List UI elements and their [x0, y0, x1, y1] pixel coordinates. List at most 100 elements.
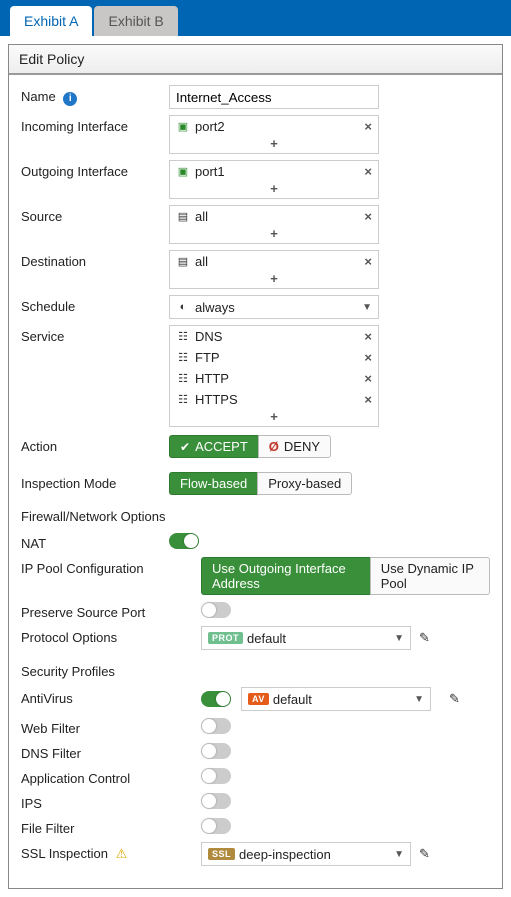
service-value: HTTPS [195, 392, 238, 407]
ippool-outgoing-button[interactable]: Use Outgoing Interface Address [201, 557, 370, 595]
ssl-badge: SSL [208, 848, 235, 860]
remove-icon[interactable]: × [364, 329, 372, 344]
check-icon: ✔ [180, 440, 190, 454]
remove-icon[interactable]: × [364, 392, 372, 407]
protocol-options-dropdown[interactable]: PROT default ▼ [201, 626, 411, 650]
chevron-down-icon: ▼ [394, 849, 404, 860]
address-icon: ▤ [176, 210, 190, 223]
av-badge: AV [248, 693, 269, 705]
inspection-proxy-button[interactable]: Proxy-based [257, 472, 352, 495]
tab-exhibit-a[interactable]: Exhibit A [10, 6, 92, 36]
service-icon: ☷ [176, 372, 190, 385]
nat-toggle[interactable] [169, 533, 199, 549]
web-filter-toggle[interactable] [201, 718, 231, 734]
label-preserve-source-port: Preserve Source Port [21, 601, 201, 620]
source-box[interactable]: ▤ all × + [169, 205, 379, 244]
schedule-icon: ◐ [176, 301, 190, 313]
antivirus-value: default [273, 692, 312, 707]
antivirus-dropdown[interactable]: AV default ▼ [241, 687, 431, 711]
label-protocol-options: Protocol Options [21, 626, 201, 645]
label-ips: IPS [21, 792, 201, 811]
label-dns-filter: DNS Filter [21, 742, 201, 761]
dns-filter-toggle[interactable] [201, 743, 231, 759]
ssl-inspection-dropdown[interactable]: SSL deep-inspection ▼ [201, 842, 411, 866]
label-incoming-interface: Incoming Interface [21, 115, 169, 134]
label-name: Name i [21, 85, 169, 106]
action-deny-button[interactable]: Ø DENY [258, 435, 331, 458]
label-schedule: Schedule [21, 295, 169, 314]
list-item[interactable]: ▣ port1 × [170, 161, 378, 182]
ips-toggle[interactable] [201, 793, 231, 809]
deny-icon: Ø [269, 439, 279, 454]
list-item[interactable]: ▤ all × [170, 206, 378, 227]
section-firewall-network: Firewall/Network Options [21, 509, 490, 524]
application-control-toggle[interactable] [201, 768, 231, 784]
service-icon: ☷ [176, 330, 190, 343]
destination-value: all [195, 254, 208, 269]
destination-box[interactable]: ▤ all × + [169, 250, 379, 289]
action-accept-button[interactable]: ✔ ACCEPT [169, 435, 258, 458]
add-source[interactable]: + [170, 227, 378, 243]
ippool-dynamic-button[interactable]: Use Dynamic IP Pool [370, 557, 490, 595]
label-outgoing-interface: Outgoing Interface [21, 160, 169, 179]
address-icon: ▤ [176, 255, 190, 268]
panel-title: Edit Policy [9, 45, 502, 75]
remove-icon[interactable]: × [364, 254, 372, 269]
label-antivirus: AntiVirus [21, 687, 201, 706]
remove-icon[interactable]: × [364, 119, 372, 134]
source-value: all [195, 209, 208, 224]
service-icon: ☷ [176, 393, 190, 406]
list-item[interactable]: ▣ port2 × [170, 116, 378, 137]
schedule-value: always [195, 300, 235, 315]
preserve-source-port-toggle[interactable] [201, 602, 231, 618]
add-destination[interactable]: + [170, 272, 378, 288]
remove-icon[interactable]: × [364, 371, 372, 386]
label-ip-pool: IP Pool Configuration [21, 557, 201, 576]
outgoing-interface-box[interactable]: ▣ port1 × + [169, 160, 379, 199]
schedule-dropdown[interactable]: ◐ always ▼ [169, 295, 379, 319]
outgoing-interface-value: port1 [195, 164, 225, 179]
remove-icon[interactable]: × [364, 164, 372, 179]
protocol-options-value: default [247, 631, 286, 646]
remove-icon[interactable]: × [364, 209, 372, 224]
label-ssl-inspection: SSL Inspection ⚠ [21, 842, 201, 862]
service-icon: ☷ [176, 351, 190, 364]
port-icon: ▣ [176, 165, 190, 178]
add-service[interactable]: + [170, 410, 378, 426]
incoming-interface-box[interactable]: ▣ port2 × + [169, 115, 379, 154]
add-incoming-interface[interactable]: + [170, 137, 378, 153]
label-source: Source [21, 205, 169, 224]
name-input[interactable] [169, 85, 379, 109]
port-icon: ▣ [176, 120, 190, 133]
remove-icon[interactable]: × [364, 350, 372, 365]
list-item[interactable]: ☷ FTP × [170, 347, 378, 368]
antivirus-toggle[interactable] [201, 691, 231, 707]
chevron-down-icon: ▼ [414, 694, 424, 705]
tab-exhibit-b[interactable]: Exhibit B [94, 6, 177, 36]
prot-badge: PROT [208, 632, 243, 644]
inspection-flow-button[interactable]: Flow-based [169, 472, 257, 495]
label-application-control: Application Control [21, 767, 201, 786]
tab-bar: Exhibit A Exhibit B [0, 0, 511, 36]
chevron-down-icon: ▼ [362, 302, 372, 313]
edit-antivirus-icon[interactable]: ✎ [449, 691, 460, 707]
label-file-filter: File Filter [21, 817, 201, 836]
label-action: Action [21, 435, 169, 454]
list-item[interactable]: ☷ HTTPS × [170, 389, 378, 410]
label-web-filter: Web Filter [21, 717, 201, 736]
info-icon[interactable]: i [63, 92, 77, 106]
list-item[interactable]: ☷ HTTP × [170, 368, 378, 389]
service-value: DNS [195, 329, 222, 344]
file-filter-toggle[interactable] [201, 818, 231, 834]
add-outgoing-interface[interactable]: + [170, 182, 378, 198]
edit-ssl-icon[interactable]: ✎ [419, 846, 430, 862]
list-item[interactable]: ▤ all × [170, 251, 378, 272]
service-box[interactable]: ☷ DNS × ☷ FTP × ☷ HTTP × ☷ [169, 325, 379, 427]
incoming-interface-value: port2 [195, 119, 225, 134]
edit-policy-panel: Edit Policy Name i Incoming Interface ▣ … [8, 44, 503, 889]
label-nat: NAT [21, 532, 169, 551]
label-inspection-mode: Inspection Mode [21, 472, 169, 491]
chevron-down-icon: ▼ [394, 633, 404, 644]
list-item[interactable]: ☷ DNS × [170, 326, 378, 347]
edit-protocol-icon[interactable]: ✎ [419, 630, 430, 646]
